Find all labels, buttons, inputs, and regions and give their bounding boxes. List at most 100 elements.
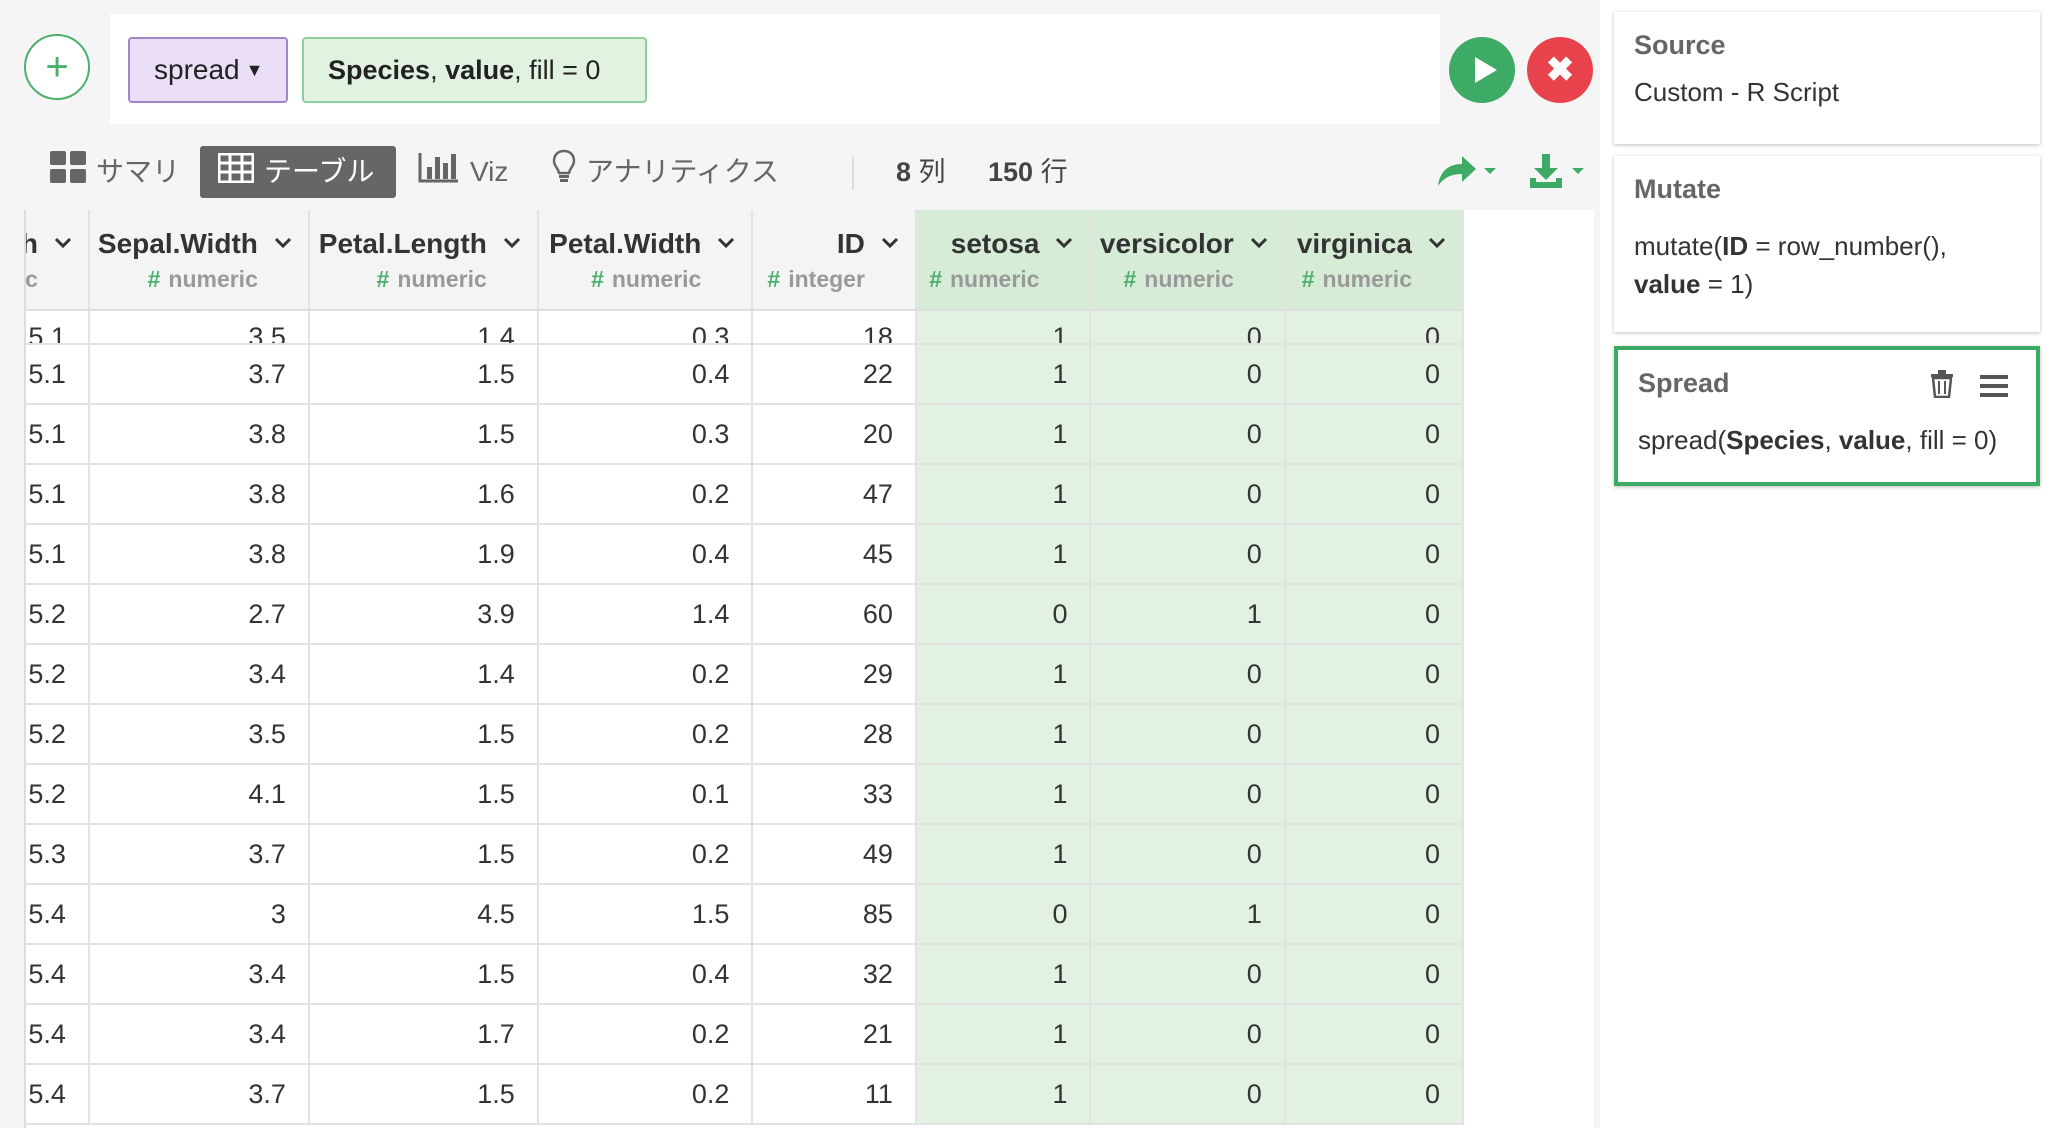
table-cell[interactable]: 5.1 [26, 344, 90, 405]
table-cell[interactable]: 0.2 [537, 1004, 754, 1065]
table-cell[interactable]: 3.5 [88, 704, 310, 765]
table-cell[interactable]: 0.3 [537, 310, 754, 345]
table-cell[interactable]: 0.4 [537, 524, 754, 585]
table-cell[interactable]: 20 [752, 404, 917, 465]
table-cell[interactable]: 5.4 [26, 1004, 90, 1065]
table-cell[interactable]: 0 [1090, 344, 1286, 405]
table-cell[interactable]: 1 [1090, 884, 1286, 945]
table-cell[interactable]: 3.8 [88, 404, 310, 465]
table-cell[interactable]: 0 [1090, 524, 1286, 585]
table-cell[interactable]: 1 [915, 1004, 1092, 1065]
table-cell[interactable]: 0 [1284, 884, 1465, 945]
column-header-sepal-length[interactable]: Sepal.Length#numeric [26, 210, 90, 311]
table-cell[interactable]: 0 [1284, 1064, 1465, 1125]
table-cell[interactable]: 0 [1284, 944, 1465, 1005]
table-cell[interactable]: 1.4 [537, 584, 754, 645]
column-header-sepal-width[interactable]: Sepal.Width # numeric [88, 210, 310, 311]
column-header-virginica[interactable]: virginica # numeric [1284, 210, 1465, 311]
step-spread[interactable]: Spread spread(Species, value, fill = 0) [1614, 346, 2040, 486]
table-cell[interactable]: 3.8 [88, 524, 310, 585]
table-cell[interactable]: 5.4 [26, 944, 90, 1005]
table-cell[interactable]: 1.5 [308, 404, 539, 465]
table-cell[interactable]: 60 [752, 584, 917, 645]
table-cell[interactable]: 28 [752, 704, 917, 765]
table-cell[interactable]: 0.2 [537, 1064, 754, 1125]
table-cell[interactable]: 0.2 [537, 644, 754, 705]
run-button[interactable] [1449, 37, 1515, 103]
table-cell[interactable]: 1.5 [537, 884, 754, 945]
table-cell[interactable]: 1 [915, 310, 1092, 345]
table-cell[interactable]: 0 [1090, 404, 1286, 465]
table-cell[interactable]: 0 [1284, 310, 1465, 345]
table-cell[interactable]: 0 [1090, 944, 1286, 1005]
table-cell[interactable]: 1.5 [308, 944, 539, 1005]
table-cell[interactable]: 1.6 [308, 464, 539, 525]
table-cell[interactable]: 0 [1284, 344, 1465, 405]
tab-table[interactable]: テーブル [200, 146, 396, 198]
table-cell[interactable]: 1 [915, 404, 1092, 465]
column-header-id[interactable]: ID # integer [752, 210, 917, 311]
table-cell[interactable]: 1.4 [308, 644, 539, 705]
table-cell[interactable]: 0.2 [537, 824, 754, 885]
table-cell[interactable]: 49 [752, 824, 917, 885]
table-cell[interactable]: 4.5 [308, 884, 539, 945]
table-cell[interactable]: 45 [752, 524, 917, 585]
table-cell[interactable]: 0 [1284, 464, 1465, 525]
column-header-petal-width[interactable]: Petal.Width # numeric [537, 210, 754, 311]
table-cell[interactable]: 0.1 [537, 764, 754, 825]
table-cell[interactable]: 5.2 [26, 704, 90, 765]
table-cell[interactable]: 22 [752, 344, 917, 405]
table-cell[interactable]: 3.9 [308, 584, 539, 645]
table-cell[interactable]: 1 [915, 464, 1092, 525]
table-cell[interactable]: 0 [1284, 524, 1465, 585]
table-cell[interactable]: 4.1 [88, 764, 310, 825]
table-cell[interactable]: 1 [915, 344, 1092, 405]
table-cell[interactable]: 1.7 [308, 1004, 539, 1065]
table-cell[interactable]: 0 [1090, 1004, 1286, 1065]
table-cell[interactable]: 18 [752, 310, 917, 345]
table-cell[interactable]: 1 [915, 1064, 1092, 1125]
table-cell[interactable]: 0 [1284, 824, 1465, 885]
table-cell[interactable]: 3.4 [88, 944, 310, 1005]
table-cell[interactable]: 0.3 [537, 404, 754, 465]
table-cell[interactable]: 2.7 [88, 584, 310, 645]
trash-icon[interactable] [1930, 370, 1954, 399]
command-args-input[interactable]: Species, value, fill = 0 [302, 37, 647, 103]
cancel-button[interactable]: ✖ [1527, 37, 1593, 103]
add-step-button[interactable]: + [24, 34, 90, 100]
table-cell[interactable]: 1 [915, 704, 1092, 765]
table-cell[interactable]: 21 [752, 1004, 917, 1065]
table-cell[interactable]: 33 [752, 764, 917, 825]
table-cell[interactable]: 1 [915, 944, 1092, 1005]
table-cell[interactable]: 29 [752, 644, 917, 705]
table-cell[interactable]: 5.1 [26, 464, 90, 525]
table-cell[interactable]: 0 [1090, 644, 1286, 705]
table-cell[interactable]: 3.7 [88, 344, 310, 405]
table-cell[interactable]: 0 [1284, 404, 1465, 465]
table-cell[interactable]: 11 [752, 1064, 917, 1125]
table-cell[interactable]: 3 [88, 884, 310, 945]
table-cell[interactable]: 3.7 [88, 824, 310, 885]
table-cell[interactable]: 32 [752, 944, 917, 1005]
download-icon[interactable] [1528, 152, 1592, 192]
table-cell[interactable]: 5.2 [26, 644, 90, 705]
table-cell[interactable]: 5.3 [26, 824, 90, 885]
table-cell[interactable]: 5.4 [26, 884, 90, 945]
table-cell[interactable]: 0 [915, 584, 1092, 645]
table-cell[interactable]: 0 [1090, 704, 1286, 765]
table-cell[interactable]: 1 [915, 644, 1092, 705]
table-cell[interactable]: 0 [1090, 464, 1286, 525]
tab-viz[interactable]: Viz [418, 146, 508, 198]
table-cell[interactable]: 5.2 [26, 584, 90, 645]
table-cell[interactable]: 1.5 [308, 824, 539, 885]
column-header-setosa[interactable]: setosa # numeric [915, 210, 1092, 311]
table-cell[interactable]: 3.4 [88, 1004, 310, 1065]
share-icon[interactable] [1434, 152, 1498, 192]
table-cell[interactable]: 1 [1090, 584, 1286, 645]
table-cell[interactable]: 1.5 [308, 764, 539, 825]
table-cell[interactable]: 1.9 [308, 524, 539, 585]
table-cell[interactable]: 0 [1284, 644, 1465, 705]
table-cell[interactable]: 47 [752, 464, 917, 525]
table-cell[interactable]: 5.1 [26, 310, 90, 345]
tab-analytics[interactable]: アナリティクス [552, 146, 779, 198]
